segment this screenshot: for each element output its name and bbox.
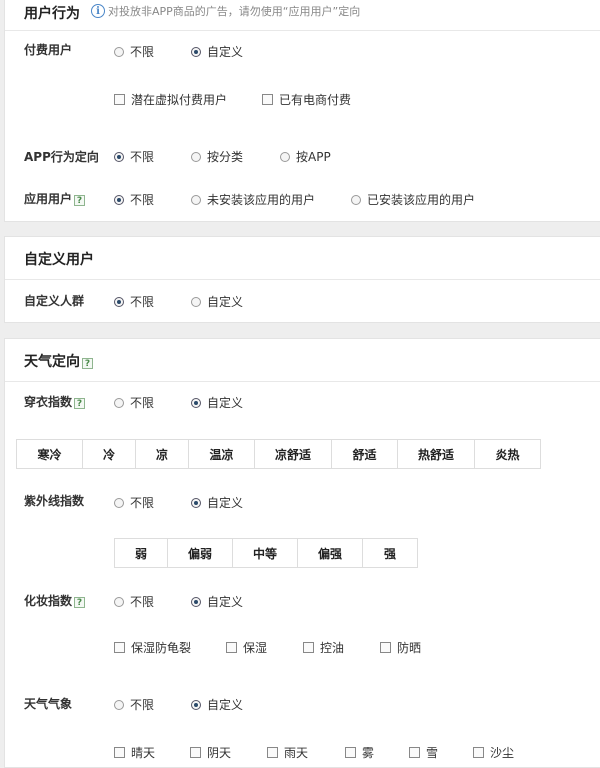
clothing-custom-radio[interactable]: 自定义 bbox=[191, 394, 243, 411]
weather-header: 天气定向? bbox=[5, 339, 600, 382]
app-behavior-by-app-radio[interactable]: 按APP bbox=[280, 148, 331, 165]
weather-title: 天气定向? bbox=[24, 351, 93, 371]
checkbox-icon[interactable] bbox=[473, 747, 484, 758]
uv-level-option[interactable]: 偏强 bbox=[298, 539, 363, 567]
phenomena-sunny-checkbox[interactable]: 晴天 bbox=[114, 744, 155, 761]
custom-crowd-custom-radio[interactable]: 自定义 bbox=[191, 293, 243, 310]
clothing-level-option[interactable]: 寒冷 bbox=[17, 440, 83, 468]
makeup-moisturize-checkbox[interactable]: 保湿 bbox=[226, 639, 267, 656]
app-users-not-installed-radio[interactable]: 未安装该应用的用户 bbox=[191, 191, 315, 208]
checkbox-icon[interactable] bbox=[409, 747, 420, 758]
radio-icon[interactable] bbox=[114, 397, 124, 408]
makeup-sunscreen-checkbox[interactable]: 防晒 bbox=[380, 639, 421, 656]
paying-users-unlimited-radio[interactable]: 不限 bbox=[114, 43, 154, 60]
radio-icon[interactable] bbox=[191, 151, 201, 162]
radio-selected-icon[interactable] bbox=[114, 151, 124, 162]
radio-selected-icon[interactable] bbox=[191, 699, 201, 710]
custom-users-header: 自定义用户 bbox=[5, 237, 600, 280]
clothing-level-option[interactable]: 舒适 bbox=[332, 440, 398, 468]
checkbox-icon[interactable] bbox=[190, 747, 201, 758]
info-icon: i bbox=[91, 4, 105, 18]
clothing-level-option[interactable]: 温凉 bbox=[189, 440, 255, 468]
checkbox-icon[interactable] bbox=[114, 642, 125, 653]
ecommerce-paying-checkbox[interactable]: 已有电商付费 bbox=[262, 91, 351, 108]
custom-users-title: 自定义用户 bbox=[24, 252, 94, 268]
radio-icon[interactable] bbox=[114, 497, 124, 508]
checkbox-icon[interactable] bbox=[262, 94, 273, 105]
radio-icon[interactable] bbox=[114, 46, 124, 57]
radio-icon[interactable] bbox=[191, 194, 201, 205]
clothing-level-option[interactable]: 炎热 bbox=[475, 440, 540, 468]
uv-custom-radio[interactable]: 自定义 bbox=[191, 494, 243, 511]
radio-icon[interactable] bbox=[191, 296, 201, 307]
makeup-custom-radio[interactable]: 自定义 bbox=[191, 593, 243, 610]
user-behavior-panel: 用户行为 i 对投放非APP商品的广告，请勿使用“应用用户”定向 付费用户 不限… bbox=[4, 0, 600, 222]
checkbox-icon[interactable] bbox=[380, 642, 391, 653]
radio-selected-icon[interactable] bbox=[191, 497, 201, 508]
uv-levels: 弱 偏弱 中等 偏强 强 bbox=[114, 538, 418, 568]
radio-selected-icon[interactable] bbox=[114, 194, 124, 205]
custom-users-panel: 自定义用户 自定义人群 不限 自定义 bbox=[4, 236, 600, 323]
radio-icon[interactable] bbox=[280, 151, 290, 162]
uv-level-option[interactable]: 中等 bbox=[233, 539, 298, 567]
clothing-level-option[interactable]: 冷 bbox=[83, 440, 136, 468]
clothing-level-option[interactable]: 热舒适 bbox=[398, 440, 475, 468]
makeup-index-label: 化妆指数? bbox=[24, 592, 86, 609]
makeup-moisturize-anticrack-checkbox[interactable]: 保湿防龟裂 bbox=[114, 639, 191, 656]
paying-users-label: 付费用户 bbox=[24, 43, 73, 57]
phenomena-sandstorm-checkbox[interactable]: 沙尘 bbox=[473, 744, 514, 761]
user-behavior-title: 用户行为 bbox=[24, 6, 80, 22]
phenomena-cloudy-checkbox[interactable]: 阴天 bbox=[190, 744, 231, 761]
app-behavior-label: APP行为定向 bbox=[24, 150, 99, 164]
clothing-level-option[interactable]: 凉舒适 bbox=[255, 440, 332, 468]
uv-level-option[interactable]: 偏弱 bbox=[168, 539, 233, 567]
radio-selected-icon[interactable] bbox=[191, 596, 201, 607]
app-users-label: 应用用户? bbox=[24, 190, 86, 207]
app-users-installed-radio[interactable]: 已安装该应用的用户 bbox=[351, 191, 475, 208]
radio-selected-icon[interactable] bbox=[114, 296, 124, 307]
user-behavior-header: 用户行为 i 对投放非APP商品的广告，请勿使用“应用用户”定向 bbox=[5, 0, 600, 31]
checkbox-icon[interactable] bbox=[345, 747, 356, 758]
help-icon[interactable]: ? bbox=[74, 597, 86, 608]
clothing-unlimited-radio[interactable]: 不限 bbox=[114, 394, 154, 411]
weather-phenomena-label: 天气气象 bbox=[24, 697, 73, 711]
custom-crowd-label: 自定义人群 bbox=[24, 294, 85, 308]
app-behavior-by-category-radio[interactable]: 按分类 bbox=[191, 148, 243, 165]
checkbox-icon[interactable] bbox=[267, 747, 278, 758]
help-icon[interactable]: ? bbox=[74, 195, 86, 206]
makeup-unlimited-radio[interactable]: 不限 bbox=[114, 593, 154, 610]
makeup-oil-control-checkbox[interactable]: 控油 bbox=[303, 639, 344, 656]
weather-panel: 天气定向? 穿衣指数? 不限 自定义 寒冷 冷 凉 温凉 凉舒适 舒适 热舒适 … bbox=[4, 338, 600, 768]
uv-level-option[interactable]: 弱 bbox=[115, 539, 168, 567]
clothing-index-label: 穿衣指数? bbox=[24, 393, 86, 410]
radio-icon[interactable] bbox=[351, 194, 361, 205]
phenomena-custom-radio[interactable]: 自定义 bbox=[191, 696, 243, 713]
checkbox-icon[interactable] bbox=[303, 642, 314, 653]
radio-icon[interactable] bbox=[114, 596, 124, 607]
checkbox-icon[interactable] bbox=[114, 747, 125, 758]
clothing-level-option[interactable]: 凉 bbox=[136, 440, 189, 468]
app-behavior-unlimited-radio[interactable]: 不限 bbox=[114, 148, 154, 165]
potential-virtual-paying-checkbox[interactable]: 潜在虚拟付费用户 bbox=[114, 91, 227, 108]
help-icon[interactable]: ? bbox=[82, 358, 93, 369]
radio-selected-icon[interactable] bbox=[191, 397, 201, 408]
custom-crowd-unlimited-radio[interactable]: 不限 bbox=[114, 293, 154, 310]
phenomena-unlimited-radio[interactable]: 不限 bbox=[114, 696, 154, 713]
radio-selected-icon[interactable] bbox=[191, 46, 201, 57]
paying-users-custom-radio[interactable]: 自定义 bbox=[191, 43, 243, 60]
uv-level-option[interactable]: 强 bbox=[363, 539, 417, 567]
uv-index-label: 紫外线指数 bbox=[24, 494, 85, 508]
phenomena-rainy-checkbox[interactable]: 雨天 bbox=[267, 744, 308, 761]
phenomena-fog-checkbox[interactable]: 雾 bbox=[345, 744, 374, 761]
radio-icon[interactable] bbox=[114, 699, 124, 710]
phenomena-snow-checkbox[interactable]: 雪 bbox=[409, 744, 438, 761]
uv-unlimited-radio[interactable]: 不限 bbox=[114, 494, 154, 511]
user-behavior-hint: i 对投放非APP商品的广告，请勿使用“应用用户”定向 bbox=[91, 3, 360, 19]
user-behavior-hint-text: 对投放非APP商品的广告，请勿使用“应用用户”定向 bbox=[108, 5, 361, 18]
clothing-levels: 寒冷 冷 凉 温凉 凉舒适 舒适 热舒适 炎热 bbox=[16, 439, 541, 469]
help-icon[interactable]: ? bbox=[74, 398, 86, 409]
checkbox-icon[interactable] bbox=[114, 94, 125, 105]
checkbox-icon[interactable] bbox=[226, 642, 237, 653]
app-users-unlimited-radio[interactable]: 不限 bbox=[114, 191, 154, 208]
